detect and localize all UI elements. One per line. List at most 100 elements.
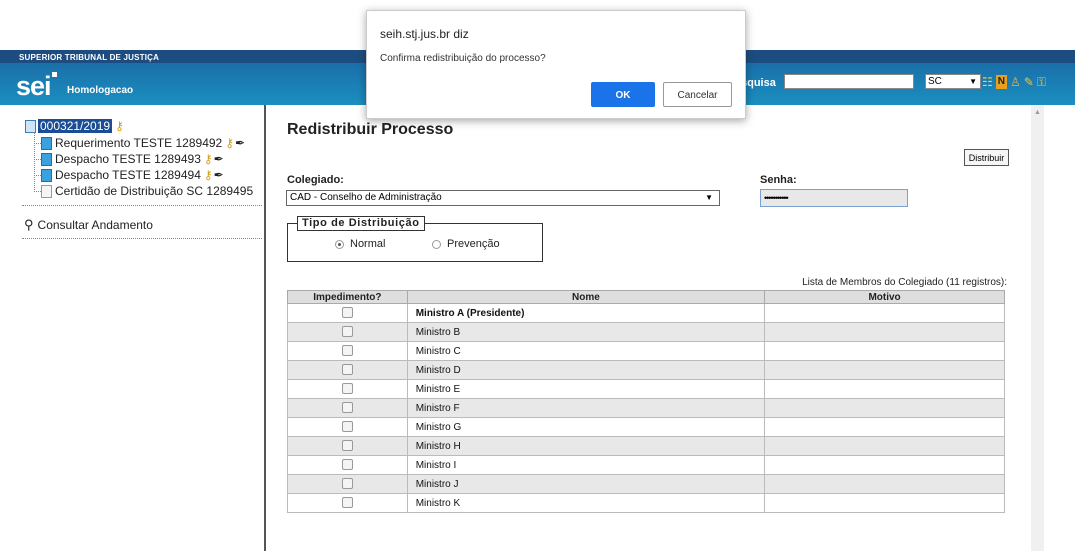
impedimento-checkbox[interactable] [341,478,353,490]
scrollbar[interactable]: ▲ [1031,105,1044,551]
logo-dot [52,72,57,77]
tree-item-requerimento[interactable]: Requerimento TESTE 1289492 ⚷ ✒ [41,136,245,150]
radio-normal-label[interactable]: Normal [350,238,385,250]
motivo-cell[interactable] [764,379,1005,399]
impedimento-checkbox[interactable] [341,402,353,414]
tree-connector [34,159,41,160]
key-icon[interactable]: ⚿ [1037,75,1046,89]
search-label: squisa [741,77,776,89]
key-icon: ⚷ [203,152,213,166]
impedimento-checkbox[interactable] [341,459,353,471]
motivo-cell[interactable] [764,341,1005,361]
consultar-andamento-link[interactable]: ⚲ Consultar Andamento [24,217,153,233]
impedimento-checkbox[interactable] [341,364,353,376]
table-row: Ministro J [287,474,1005,494]
tree-connector [34,143,41,144]
table-row: Ministro A (Presidente) [287,303,1005,323]
table-row: Ministro C [287,341,1005,361]
environment-label: Homologacao [67,85,134,96]
impedimento-checkbox[interactable] [341,440,353,452]
impedimento-cell [287,360,408,380]
member-name: Ministro H [406,436,766,456]
consultar-label[interactable]: Consultar Andamento [38,218,153,232]
notes-icon[interactable]: N [995,75,1007,89]
lista-caption: Lista de Membros do Colegiado (11 regist… [802,277,1007,288]
motivo-cell[interactable] [764,417,1005,437]
radio-prevencao[interactable]: Prevenção [432,238,500,250]
distribuir-button[interactable]: Distribuir [964,149,1009,166]
tree-item-despacho-1[interactable]: Despacho TESTE 1289493 ⚷ ✒ [41,152,224,166]
motivo-cell[interactable] [764,474,1005,494]
impedimento-cell [287,322,408,342]
table-row: Ministro D [287,360,1005,380]
ok-button[interactable]: OK [591,82,655,107]
member-name: Ministro I [406,455,766,475]
document-icon [41,152,52,166]
table-row: Ministro E [287,379,1005,399]
password-field[interactable]: ••••••••••• [760,189,908,207]
tree-item-label[interactable]: Despacho TESTE 1289494 [55,168,201,182]
senha-label: Senha: [760,174,797,186]
divider [22,205,262,206]
tree-process[interactable]: 000321/2019 ⚷ [25,119,124,133]
unit-select-value: SC [928,76,942,87]
impedimento-checkbox[interactable] [341,326,353,338]
motivo-cell[interactable] [764,360,1005,380]
impedimento-cell [287,398,408,418]
sei-logo[interactable]: sei [16,73,52,100]
member-name: Ministro K [406,493,766,513]
search-input[interactable] [784,74,914,89]
impedimento-checkbox[interactable] [341,345,353,357]
signature-pen-icon: ✒ [235,136,246,150]
colegiado-value: CAD - Conselho de Administração [290,192,442,203]
tree-connector [34,175,41,176]
signature-pen-icon: ✒ [213,168,224,182]
impedimento-cell [287,417,408,437]
cancel-button[interactable]: Cancelar [663,82,732,107]
impedimento-checkbox[interactable] [341,421,353,433]
user-icon[interactable]: ♙ [1010,75,1021,89]
impedimento-checkbox[interactable] [341,383,353,395]
process-number[interactable]: 000321/2019 [38,119,113,133]
wrench-icon[interactable]: ✎ [1024,75,1034,89]
tree-item-label[interactable]: Despacho TESTE 1289493 [55,152,201,166]
impedimento-checkbox[interactable] [341,307,353,319]
colegiado-label: Colegiado: [287,174,344,186]
motivo-cell[interactable] [764,493,1005,513]
column-header-nome: Nome [406,290,766,304]
radio-button[interactable] [432,239,441,249]
scroll-up-icon[interactable]: ▲ [1034,109,1041,116]
motivo-cell[interactable] [764,303,1005,323]
impedimento-checkbox[interactable] [341,497,353,509]
motivo-cell[interactable] [764,455,1005,475]
tree-connector [34,132,35,192]
radio-normal[interactable]: Normal [335,238,385,250]
search-icon: ⚲ [24,217,34,232]
list-icon[interactable]: ☷ [982,75,993,89]
dialog-title: seih.stj.jus.br diz [380,27,469,41]
impedimento-cell [287,493,408,513]
radio-button-selected[interactable] [335,239,344,249]
radio-prevencao-label[interactable]: Prevenção [447,238,500,250]
tree-item-despacho-2[interactable]: Despacho TESTE 1289494 ⚷ ✒ [41,168,224,182]
tree-item-label[interactable]: Requerimento TESTE 1289492 [55,136,222,150]
org-name: SUPERIOR TRIBUNAL DE JUSTIÇA [19,53,160,62]
member-name: Ministro A (Presidente) [406,303,766,323]
tree-item-certidao[interactable]: Certidão de Distribuição SC 1289495 [41,184,253,198]
unit-select[interactable]: SC ▼ [925,74,981,89]
motivo-cell[interactable] [764,322,1005,342]
column-header-motivo: Motivo [764,290,1005,304]
certificate-icon [41,184,52,198]
key-icon: ⚷ [225,136,235,150]
motivo-cell[interactable] [764,436,1005,456]
motivo-cell[interactable] [764,398,1005,418]
table-row: Ministro H [287,436,1005,456]
chevron-down-icon: ▼ [705,193,713,202]
colegiado-select[interactable]: CAD - Conselho de Administração ▼ [286,190,720,206]
table-row: Ministro I [287,455,1005,475]
dialog-message: Confirma redistribuição do processo? [380,53,546,64]
impedimento-cell [287,455,408,475]
tree-item-label[interactable]: Certidão de Distribuição SC 1289495 [55,184,253,198]
table-row: Ministro K [287,493,1005,513]
chevron-down-icon: ▼ [969,77,977,86]
